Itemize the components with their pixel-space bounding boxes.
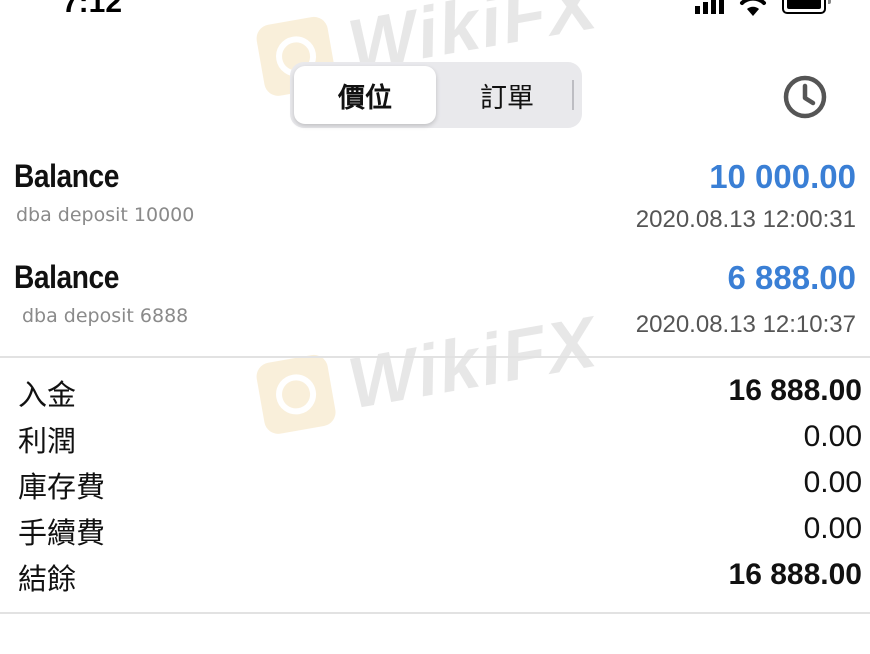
section-divider: [0, 356, 870, 358]
tab-price[interactable]: 價位: [294, 66, 436, 124]
account-summary: 入金 16 888.00 利潤 0.00 庫存費 0.00 手續費 0.00 結…: [0, 372, 870, 602]
clock-icon[interactable]: [782, 74, 828, 120]
summary-label: 結餘: [18, 562, 77, 596]
transaction-time: 2020.08.13 12:00:31: [635, 206, 856, 233]
summary-value: 16 888.00: [728, 558, 862, 591]
summary-value: 0.00: [803, 512, 862, 545]
view-segmented-control: 價位 訂單: [290, 62, 582, 128]
summary-label: 入金: [18, 378, 77, 412]
transaction-comment: dba deposit 6888: [22, 305, 189, 327]
summary-value: 0.00: [803, 420, 862, 453]
summary-row-swap: 庫存費 0.00: [0, 464, 870, 510]
summary-row-profit: 利潤 0.00: [0, 418, 870, 464]
signal-icon: [695, 0, 724, 14]
section-divider: [0, 612, 870, 614]
transaction-amount: 10 000.00: [709, 158, 856, 195]
tab-orders[interactable]: 訂單: [436, 66, 578, 124]
summary-label: 手續費: [18, 516, 106, 550]
status-time: 7:12: [62, 0, 123, 19]
summary-value: 16 888.00: [728, 374, 862, 407]
summary-row-balance: 結餘 16 888.00: [0, 556, 870, 602]
summary-label: 庫存費: [18, 470, 106, 504]
transaction-row[interactable]: Balance dba deposit 6888 6 888.00 2020.0…: [0, 259, 870, 359]
battery-icon: [782, 0, 831, 14]
transaction-type: Balance: [14, 158, 119, 194]
summary-label: 利潤: [18, 424, 77, 458]
summary-row-commission: 手續費 0.00: [0, 510, 870, 556]
summary-value: 0.00: [803, 466, 862, 499]
transaction-amount: 6 888.00: [727, 259, 856, 296]
segment-divider: [572, 80, 574, 110]
transaction-row[interactable]: Balance dba deposit 10000 10 000.00 2020…: [0, 158, 870, 258]
status-icons: [695, 0, 831, 16]
wifi-icon: [740, 0, 766, 16]
transaction-time: 2020.08.13 12:10:37: [635, 311, 856, 338]
transaction-type: Balance: [14, 259, 119, 295]
transaction-comment: dba deposit 10000: [16, 204, 195, 226]
summary-row-deposit: 入金 16 888.00: [0, 372, 870, 418]
